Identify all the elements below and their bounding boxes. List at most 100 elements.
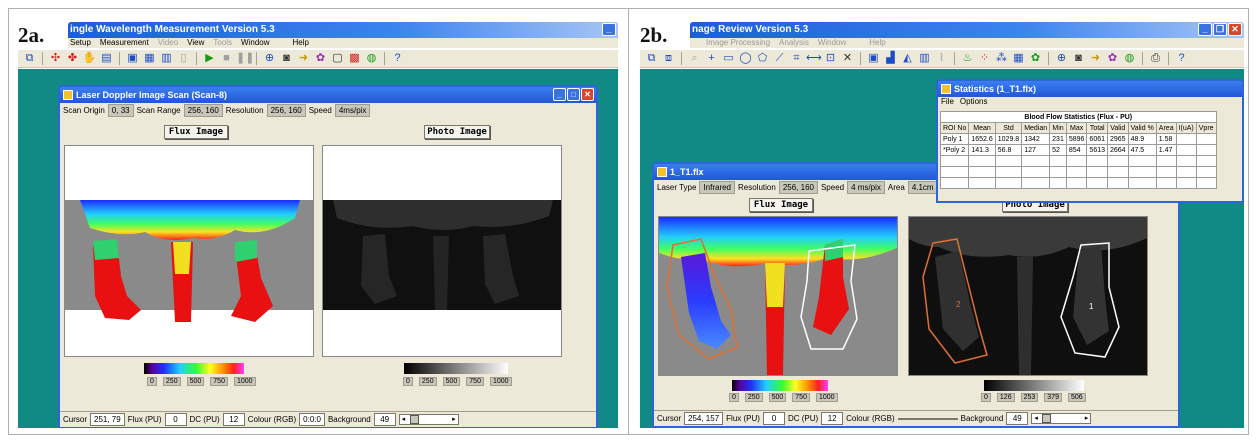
menu-tools[interactable]: Tools bbox=[213, 38, 232, 48]
ellipse-icon[interactable]: ◯ bbox=[738, 51, 753, 66]
camera-icon[interactable]: ◙ bbox=[279, 51, 294, 66]
region-icon[interactable]: ⊡ bbox=[823, 51, 838, 66]
help-icon[interactable]: ? bbox=[390, 51, 405, 66]
table-cell: *Poly 2 bbox=[939, 144, 970, 156]
table-cell bbox=[1175, 144, 1197, 156]
pause-icon[interactable]: ❚❚ bbox=[236, 51, 254, 66]
rectangle-icon[interactable]: ▭ bbox=[721, 51, 736, 66]
chart-icon[interactable]: ◭ bbox=[900, 51, 915, 66]
help-icon[interactable]: ? bbox=[1174, 51, 1189, 66]
image-icon[interactable]: ▣ bbox=[125, 51, 140, 66]
line-icon[interactable]: ⟋ bbox=[772, 51, 787, 66]
photo-scale-tick: 250 bbox=[418, 377, 437, 386]
flux-image bbox=[658, 216, 898, 376]
document-icon[interactable]: ▥ bbox=[159, 51, 174, 66]
markers-icon[interactable]: ⁘ bbox=[977, 51, 992, 66]
scan-icon[interactable]: ✤ bbox=[65, 51, 80, 66]
laser-type-value: Infrared bbox=[699, 180, 736, 194]
menu-window[interactable]: Window bbox=[818, 38, 846, 48]
close-button[interactable]: ✕ bbox=[581, 88, 594, 101]
menu-image-processing[interactable]: Image Processing bbox=[706, 38, 770, 48]
analysis-icon[interactable]: ♨ bbox=[960, 51, 975, 66]
menu-analysis[interactable]: Analysis bbox=[779, 38, 809, 48]
frame-icon[interactable]: ▢ bbox=[330, 51, 345, 66]
menu-view[interactable]: View bbox=[187, 38, 204, 48]
graph-icon[interactable]: ⌇ bbox=[934, 51, 949, 66]
open-icon[interactable]: ⧉ bbox=[644, 51, 659, 66]
polygon-icon[interactable]: ⬠ bbox=[755, 51, 770, 66]
palette-icon[interactable]: ✿ bbox=[313, 51, 328, 66]
play-icon[interactable]: ▶ bbox=[202, 51, 217, 66]
clipboard-icon[interactable]: ▯ bbox=[176, 51, 191, 66]
copy-icon[interactable]: ⧉ bbox=[22, 51, 37, 66]
flux-image-button[interactable]: Flux Image bbox=[749, 198, 813, 212]
arrow-icon[interactable]: ➜ bbox=[296, 51, 311, 66]
status-bar: Cursor 251, 79 Flux (PU) 0 DC (PU) 12 Co… bbox=[60, 411, 596, 427]
crop-icon[interactable]: ⌗ bbox=[789, 51, 804, 66]
dc-value: 12 bbox=[222, 413, 245, 426]
zoom-in-icon[interactable]: ⊕ bbox=[1054, 51, 1069, 66]
colour-icon[interactable]: ▩ bbox=[347, 51, 362, 66]
image-icon[interactable]: ▣ bbox=[866, 51, 881, 66]
delete-icon[interactable]: ✕ bbox=[840, 51, 855, 66]
table-header-row: ROI No Mean Std Median Min Max Total Val… bbox=[939, 122, 1217, 134]
crosshair-icon[interactable]: + bbox=[704, 51, 719, 66]
restore-button[interactable]: ❐ bbox=[1213, 23, 1227, 36]
scatter-icon[interactable]: ⁂ bbox=[994, 51, 1009, 66]
menu-window[interactable]: Window bbox=[241, 38, 269, 48]
laser-icon[interactable]: ✣ bbox=[48, 51, 63, 66]
layout-icon[interactable]: ▦ bbox=[1011, 51, 1026, 66]
scan-window: Laser Doppler Image Scan (Scan-8) _ □ ✕ … bbox=[58, 85, 598, 428]
menu-options[interactable]: Options bbox=[960, 97, 988, 107]
table-title: Blood Flow Statistics (Flux - PU) bbox=[940, 111, 1217, 123]
document-icon[interactable]: ▥ bbox=[917, 51, 932, 66]
copy-icon[interactable]: ⧈ bbox=[661, 51, 676, 66]
menu-help[interactable]: Help bbox=[869, 38, 885, 48]
photo-scale-ticks: 0 126 253 379 506 bbox=[978, 393, 1089, 402]
histogram-icon[interactable]: ▟ bbox=[883, 51, 898, 66]
menu-video[interactable]: Video bbox=[158, 38, 178, 48]
globe-icon[interactable]: ◍ bbox=[1122, 51, 1137, 66]
chart-icon[interactable]: ▤ bbox=[99, 51, 114, 66]
roi-label-1: 1 bbox=[1089, 302, 1094, 311]
flux-image-button[interactable]: Flux Image bbox=[164, 125, 228, 139]
table-row[interactable]: Poly 1 1652.6 1029.8 1342 231 5896 6061 … bbox=[939, 133, 1217, 145]
photo-scale-tick: 379 bbox=[1044, 393, 1062, 402]
close-button[interactable]: ✕ bbox=[1228, 23, 1242, 36]
minimize-button[interactable]: _ bbox=[1198, 23, 1212, 36]
tools-icon[interactable]: ✿ bbox=[1028, 51, 1043, 66]
minimize-button[interactable]: _ bbox=[553, 88, 566, 101]
table-cell: 48.9 bbox=[1127, 133, 1157, 145]
arrow-icon[interactable]: ➜ bbox=[1088, 51, 1103, 66]
photo-image-button[interactable]: Photo Image bbox=[424, 125, 490, 139]
menu-measurement[interactable]: Measurement bbox=[100, 38, 149, 48]
menu-help[interactable]: Help bbox=[293, 38, 309, 48]
minimize-button[interactable]: _ bbox=[602, 23, 616, 36]
background-slider[interactable]: ◂ ▸ bbox=[398, 414, 459, 425]
colour-label: Colour (RGB) bbox=[247, 415, 297, 424]
column-header: Max bbox=[1065, 122, 1088, 134]
column-header: Std bbox=[994, 122, 1023, 134]
background-slider[interactable]: ◂ ▸ bbox=[1031, 413, 1092, 424]
table-cell: 1029.8 bbox=[994, 133, 1023, 145]
maximize-button[interactable]: □ bbox=[567, 88, 580, 101]
body-photo bbox=[909, 217, 1147, 257]
menu-file[interactable]: File bbox=[941, 97, 954, 107]
panel-divider bbox=[628, 8, 629, 435]
zoom-icon[interactable]: ⊕ bbox=[262, 51, 277, 66]
roi-label-2: 2 bbox=[956, 300, 961, 309]
flux-scale-ticks: 0 250 500 750 1000 bbox=[144, 377, 259, 386]
globe-icon[interactable]: ◍ bbox=[364, 51, 379, 66]
flux-scale-tick: 750 bbox=[210, 377, 228, 386]
table-row-empty bbox=[939, 155, 1217, 167]
zoom-icon[interactable]: ⌕ bbox=[687, 51, 702, 66]
measure-icon[interactable]: ⟷ bbox=[806, 51, 822, 66]
menu-setup[interactable]: Setup bbox=[70, 38, 91, 48]
grid-icon[interactable]: ▦ bbox=[142, 51, 157, 66]
hand-icon[interactable]: ✋ bbox=[82, 51, 97, 66]
table-row[interactable]: *Poly 2 141.3 56.8 127 52 854 5613 2664 … bbox=[939, 144, 1217, 156]
print-icon[interactable]: ⎙ bbox=[1148, 51, 1163, 66]
stop-icon[interactable]: ■ bbox=[219, 51, 234, 66]
camera-icon[interactable]: ◙ bbox=[1071, 51, 1086, 66]
palette-icon[interactable]: ✿ bbox=[1105, 51, 1120, 66]
